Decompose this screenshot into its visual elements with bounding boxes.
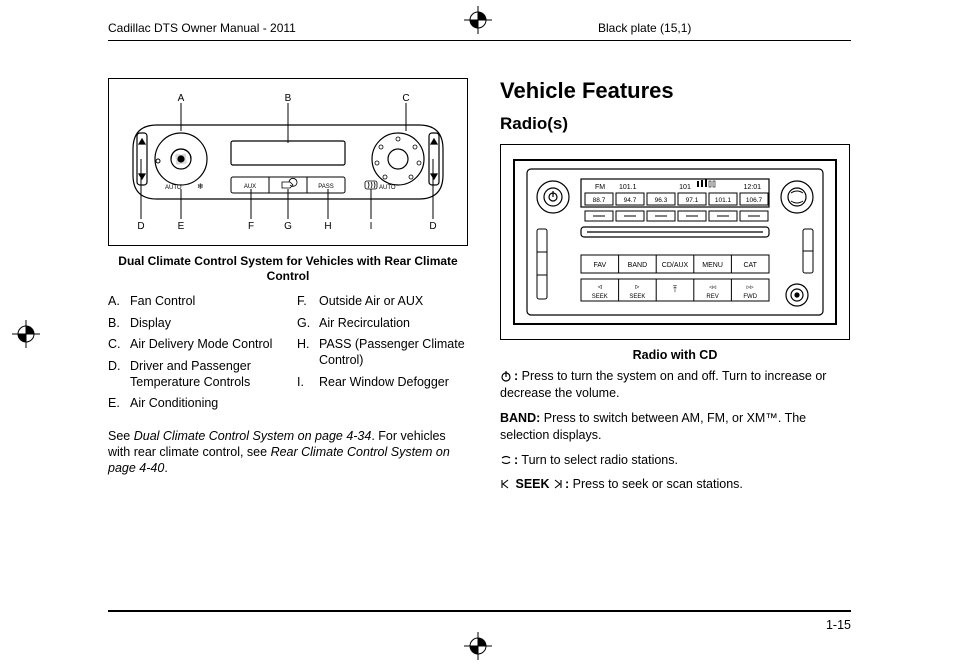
legend-item: I.Rear Window Defogger [297,375,468,391]
tune-icon [500,454,512,466]
legend-item: A.Fan Control [108,294,279,310]
svg-text:12:01: 12:01 [743,184,761,191]
power-icon [500,370,512,382]
svg-text:96.3: 96.3 [655,197,668,204]
header-right: Black plate (15,1) [598,21,691,35]
tune-desc: : Turn to select radio stations. [500,452,850,469]
registration-mark-top [464,6,492,34]
svg-text:AUX: AUX [244,184,256,190]
svg-text:PASS: PASS [318,184,334,190]
svg-text:106.7: 106.7 [746,197,763,204]
svg-text:94.7: 94.7 [624,197,637,204]
svg-text:BAND: BAND [628,262,647,269]
svg-text:SEEK: SEEK [592,294,608,300]
svg-text:❄: ❄ [197,182,204,191]
registration-mark-left [12,320,40,348]
page-number: 1-15 [826,618,851,632]
svg-text:▹▹: ▹▹ [747,284,755,291]
svg-text:AUTO: AUTO [379,185,396,191]
svg-text:FM: FM [595,184,605,191]
band-desc: BAND: Press to switch between AM, FM, or… [500,410,850,444]
legend-item: C.Air Delivery Mode Control [108,337,279,353]
svg-text:B: B [285,93,292,104]
legend-item: F.Outside Air or AUX [297,294,468,310]
legend-item: G.Air Recirculation [297,316,468,332]
section-title: Vehicle Features [500,78,850,104]
svg-text:SEEK: SEEK [629,294,645,300]
svg-text:88.7: 88.7 [593,197,606,204]
climate-legend: A.Fan Control B.Display C.Air Delivery Mod… [108,294,468,418]
climate-caption: Dual Climate Control System for Vehicles… [114,254,462,284]
svg-text:CAT: CAT [743,262,757,269]
svg-text:AUTO: AUTO [165,185,182,191]
legend-item: H.PASS (Passenger Climate Control) [297,337,468,368]
climate-paragraph: See Dual Climate Control System on page … [108,428,468,477]
radio-caption: Radio with CD [500,348,850,362]
svg-text:▹: ▹ [635,282,639,291]
svg-text:D: D [137,221,144,232]
svg-text:D: D [429,221,436,232]
seek-fwd-icon [553,478,563,490]
footer-rule [108,610,851,612]
svg-text:A: A [178,93,185,104]
svg-text:REV: REV [706,294,718,300]
svg-text:FWD: FWD [743,294,757,300]
svg-text:G: G [284,221,292,232]
svg-text:97.1: 97.1 [686,197,699,204]
registration-mark-bottom [464,632,492,660]
svg-text:101.1: 101.1 [715,197,732,204]
svg-text:H: H [324,221,331,232]
header-rule [108,40,851,41]
svg-text:MENU: MENU [702,262,723,269]
svg-text:F: F [248,221,254,232]
legend-item: D.Driver and Passenger Temperature Contr… [108,359,279,390]
power-desc: : Press to turn the system on and off. T… [500,368,850,402]
subsection-title: Radio(s) [500,114,850,134]
header-left: Cadillac DTS Owner Manual - 2011 [108,21,296,35]
climate-figure: A B C D E F G H I D [108,78,468,246]
seek-back-icon [500,478,510,490]
svg-text:FAV: FAV [593,262,606,269]
svg-text:I: I [370,221,373,232]
svg-text:101: 101 [679,184,691,191]
svg-text:CD/AUX: CD/AUX [662,262,689,269]
svg-text:◃: ◃ [598,282,602,291]
radio-figure: FM 101.1 101 12:01 88.7 94.7 96.3 97.1 101.1… [500,144,850,340]
svg-text:⤒: ⤒ [673,284,677,294]
svg-text:101.1: 101.1 [619,184,637,191]
seek-desc: SEEK : Press to seek or scan stations. [500,476,850,493]
legend-item: E.Air Conditioning [108,396,279,412]
svg-text:◃◃: ◃◃ [709,284,717,291]
svg-text:E: E [178,221,185,232]
svg-text:C: C [402,93,409,104]
legend-item: B.Display [108,316,279,332]
